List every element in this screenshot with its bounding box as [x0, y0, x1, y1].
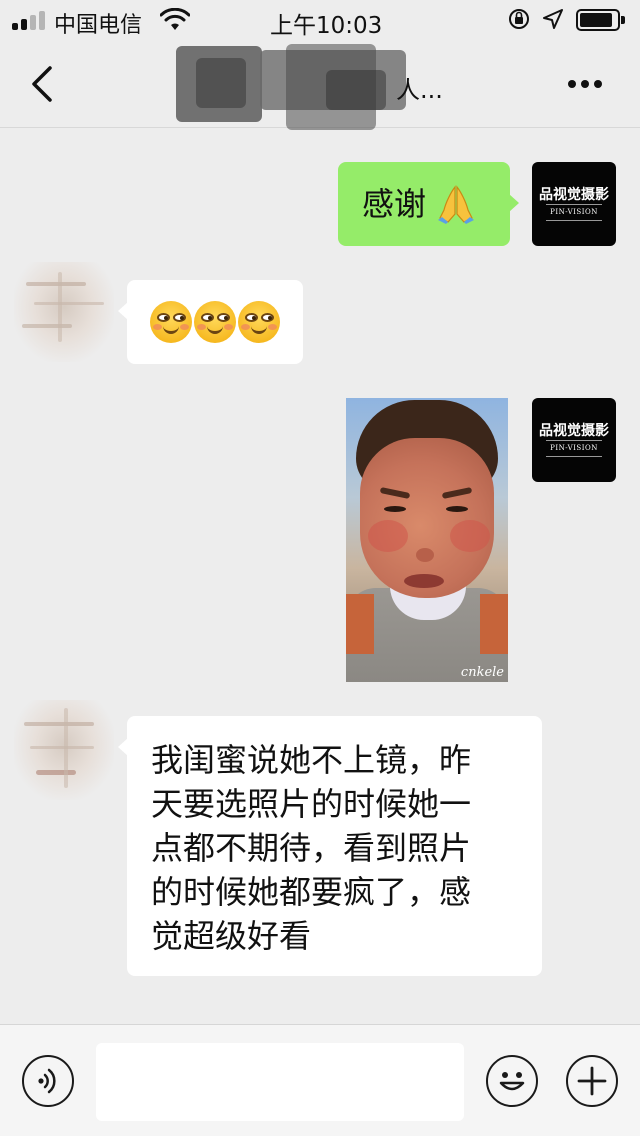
message-text: 感谢	[362, 185, 427, 223]
avatar[interactable]: 品视觉摄影 PIN-VISION	[532, 162, 616, 246]
chat-input-bar	[0, 1024, 640, 1136]
contact-avatar[interactable]	[14, 700, 114, 800]
status-bar: 中国电信 上午10:03	[0, 0, 640, 40]
status-time: 上午10:03	[270, 13, 383, 39]
voice-button[interactable]	[22, 1055, 74, 1107]
bubble-tail	[509, 194, 519, 212]
voice-icon	[37, 1068, 56, 1093]
wifi-icon	[160, 8, 190, 30]
contact-avatar[interactable]	[14, 262, 114, 362]
message-text-line: 点都不期待，看到照片	[151, 829, 472, 867]
incoming-message-bubble[interactable]: 我闺蜜说她不上镜，昨 天要选照片的时候她一 点都不期待，看到照片 的时候她都要疯…	[127, 716, 542, 976]
avatar[interactable]: 品视觉摄影 PIN-VISION	[532, 398, 616, 482]
smiley-icon	[499, 1071, 524, 1090]
location-arrow-icon	[543, 9, 563, 29]
plus-icon	[577, 1066, 606, 1095]
message-text-line: 觉超级好看	[151, 917, 312, 955]
message-text-line: 的时候她都要疯了，感	[151, 873, 472, 911]
smirk-face-icon	[194, 301, 236, 343]
outgoing-message-bubble[interactable]: 感谢	[338, 162, 510, 246]
photo-watermark: cnkele	[460, 665, 504, 680]
redacted-chat-title	[176, 40, 406, 130]
carrier-name: 中国电信	[54, 13, 143, 38]
battery-icon	[576, 9, 626, 31]
chat-title: 人...	[396, 76, 443, 104]
chat-header: 人...	[0, 40, 640, 130]
message-text-line: 我闺蜜说她不上镜，昨	[151, 741, 472, 779]
signal-strength-icon	[12, 10, 48, 30]
more-options-button[interactable]	[560, 68, 610, 98]
back-button[interactable]	[20, 62, 64, 106]
folded-hands-icon	[438, 185, 474, 224]
smirk-face-icon	[150, 301, 192, 343]
emoji-button[interactable]	[486, 1055, 538, 1107]
smirk-face-icon	[238, 301, 280, 343]
plus-button[interactable]	[566, 1055, 618, 1107]
photo-message[interactable]: cnkele	[346, 398, 508, 682]
message-input[interactable]	[96, 1043, 464, 1121]
orientation-lock-icon	[509, 9, 529, 29]
incoming-message-bubble[interactable]	[127, 280, 303, 364]
message-text-line: 天要选照片的时候她一	[151, 785, 472, 823]
